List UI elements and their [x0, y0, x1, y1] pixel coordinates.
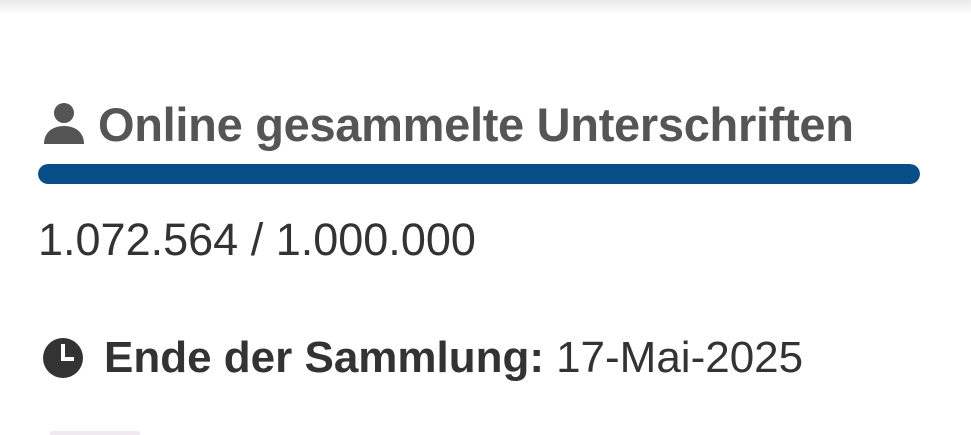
next-section-edge	[50, 431, 140, 435]
top-edge-shadow	[0, 0, 971, 14]
collection-end-date: 17-Mai-2025	[556, 333, 804, 382]
signatures-heading: Online gesammelte Unterschriften	[40, 92, 854, 156]
signatures-progress-bar	[38, 164, 920, 184]
collection-end-row: Ende der Sammlung: 17-Mai-2025	[42, 328, 803, 388]
clock-icon	[43, 338, 83, 378]
collection-end-label: Ende der Sammlung:	[104, 333, 545, 382]
person-icon	[44, 103, 84, 144]
signatures-progress-fill	[38, 164, 920, 184]
signatures-count: 1.072.564 / 1.000.000	[38, 214, 476, 265]
signatures-title: Online gesammelte Unterschriften	[98, 97, 854, 151]
